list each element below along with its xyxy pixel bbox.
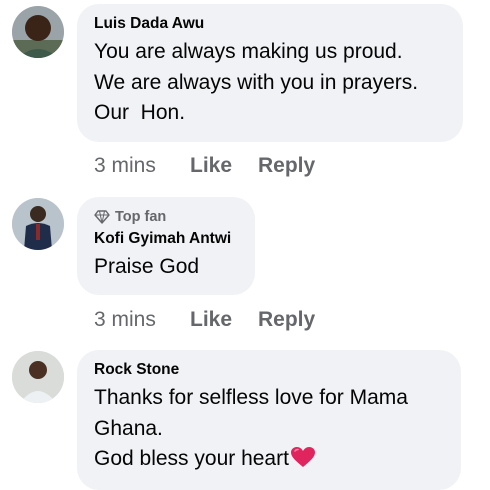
avatar[interactable] [12,6,64,58]
badge-label: Top fan [115,209,167,225]
comment-line: You are always making us proud. [94,40,403,63]
red-heart-icon [290,447,315,467]
top-fan-badge: Top fan [94,208,237,226]
reply-button[interactable]: Reply [258,153,315,179]
comment-author[interactable]: Luis Dada Awu [94,14,445,34]
comment-actions: 3 mins Like Reply [94,307,315,333]
comment-actions: 3 mins Like Reply [94,153,315,179]
like-button[interactable]: Like [190,307,258,333]
comment-line: Ghana. [94,416,163,440]
reply-button[interactable]: Reply [258,307,315,333]
avatar[interactable] [12,198,64,250]
avatar-photo [12,6,64,58]
like-button[interactable]: Like [190,153,258,179]
comment-timestamp[interactable]: 3 mins [94,307,190,333]
avatar-photo [12,351,64,403]
comment-text: Thanks for selfless love for Mama Ghana.… [94,383,443,475]
comment-text: You are always making us proud. We are a… [94,37,445,129]
avatar-photo [12,198,64,250]
comment-timestamp[interactable]: 3 mins [94,153,190,179]
comment-line: God bless your heart [94,444,443,475]
avatar[interactable] [12,351,64,403]
comment-line: We are always with you in prayers. [94,70,419,94]
comment-line: Our Hon. [94,101,186,124]
comment-author[interactable]: Kofi Gyimah Antwi [94,229,237,249]
comment-bubble: Top fan Kofi Gyimah Antwi Praise God [77,197,255,295]
comment-line: Praise God [94,255,200,278]
comment-text: Praise God [94,252,237,283]
comment-bubble: Rock Stone Thanks for selfless love for … [77,350,461,490]
comment-line-text: God bless your heart [94,447,289,470]
diamond-icon [94,210,110,224]
comment-author[interactable]: Rock Stone [94,360,443,380]
comment-line: Thanks for selfless love for Mama [94,386,408,409]
comment-bubble: Luis Dada Awu You are always making us p… [77,4,463,142]
